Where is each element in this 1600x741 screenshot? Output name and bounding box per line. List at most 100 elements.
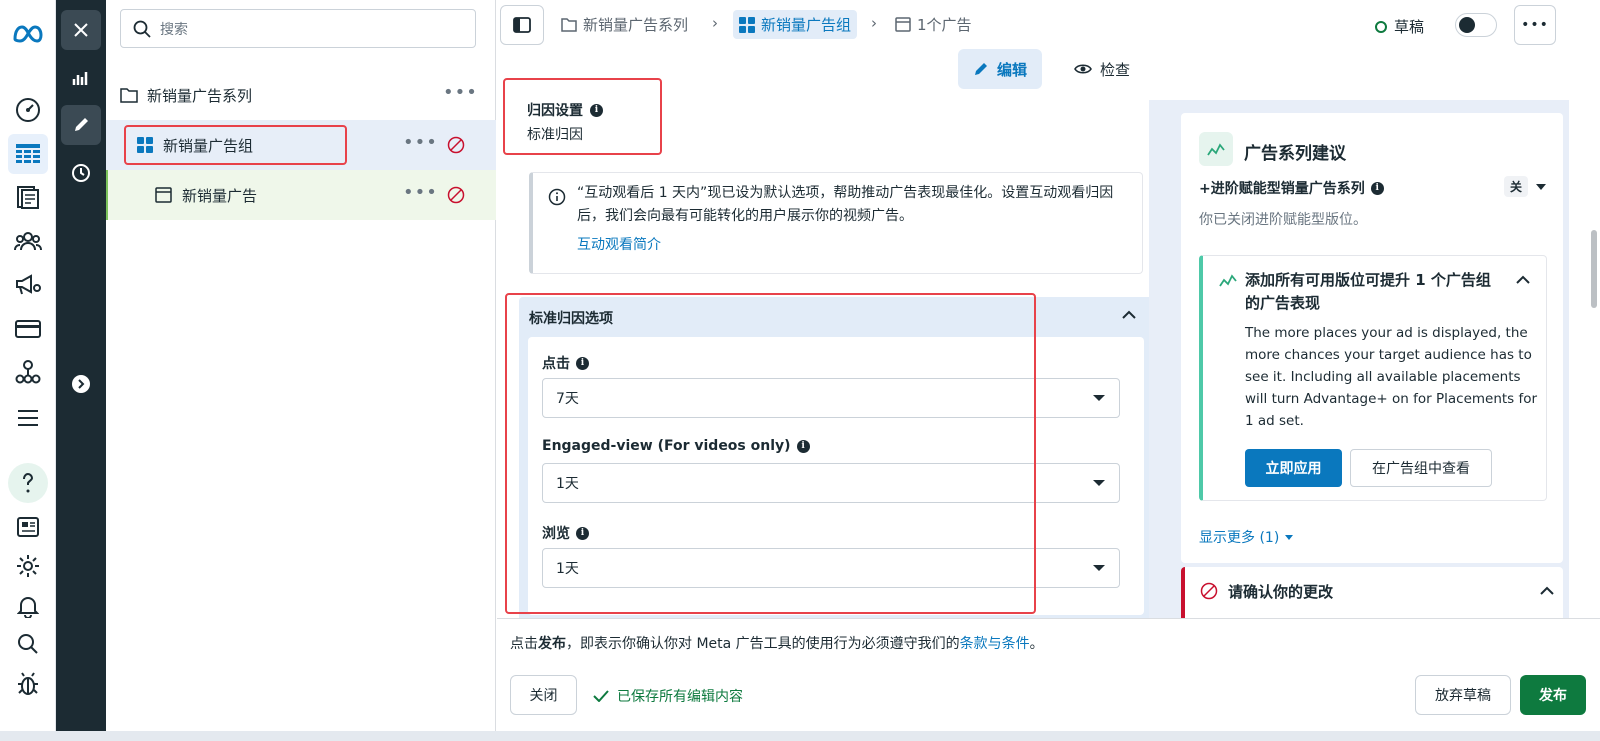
terms-text: 点击 <box>510 636 538 652</box>
ad-frame-icon <box>155 187 172 203</box>
catalog-icon[interactable] <box>8 177 48 217</box>
notifications-bell-icon[interactable] <box>8 586 48 626</box>
edit-pencil-icon[interactable] <box>61 105 101 145</box>
breadcrumb-label: 新销量广告系列 <box>583 16 689 34</box>
meta-logo-icon[interactable] <box>8 14 48 54</box>
scrollbar-thumb[interactable] <box>1591 230 1597 308</box>
campaign-tree-panel: 搜索 新销量广告系列 ••• 新销量广告组 ••• 新销量广告 ••• <box>106 0 496 731</box>
publish-button[interactable]: 发布 <box>1520 675 1586 715</box>
saved-status-text: 已保存所有编辑内容 <box>617 689 743 705</box>
notice-text: “互动观看后 1 天内”现已设为默认选项，帮助推动广告表现最佳化。设置互动观看归… <box>577 185 1114 224</box>
search-placeholder: 搜索 <box>160 21 188 38</box>
chevron-up-icon[interactable] <box>1516 275 1530 284</box>
top-bar: 新销量广告系列 › 新销量广告组 › 1个广告 草稿 ••• <box>497 0 1600 52</box>
terms-bold-text: 发布 <box>538 636 566 652</box>
toggle-value: 关 <box>1504 176 1529 197</box>
chevron-up-icon[interactable] <box>1540 586 1554 595</box>
highlight-box-attribution <box>503 78 662 155</box>
terms-link[interactable]: 条款与条件 <box>960 636 1030 652</box>
chevron-up-icon[interactable] <box>1122 310 1136 319</box>
dropdown-caret-icon <box>1536 183 1547 190</box>
more-options-icon[interactable]: ••• <box>403 182 438 203</box>
sparkle-trend-icon <box>1219 274 1237 287</box>
recommendations-panel: 广告系列建议 +进阶赋能型销量广告系列 i 关 你已关闭进阶赋能型版位。 添加所… <box>1149 100 1569 627</box>
campaign-recommendations-card: 广告系列建议 +进阶赋能型销量广告系列 i 关 你已关闭进阶赋能型版位。 添加所… <box>1181 113 1563 563</box>
error-prohibited-icon <box>1200 582 1218 600</box>
search-input[interactable]: 搜索 <box>120 9 476 48</box>
edit-pencil-icon <box>974 63 987 75</box>
info-outline-icon <box>548 188 566 206</box>
more-options-button[interactable]: ••• <box>1514 5 1556 45</box>
billing-card-icon[interactable] <box>8 309 48 349</box>
tree-item-label: 新销量广告系列 <box>147 86 253 105</box>
recommendations-title: 广告系列建议 <box>1244 144 1346 164</box>
highlight-box-adset <box>124 125 347 165</box>
menu-icon[interactable] <box>8 398 48 438</box>
publish-footer: 点击发布，即表示你确认你对 Meta 广告工具的使用行为必须遵守我们的条款与条件… <box>497 618 1600 731</box>
settings-gear-icon[interactable] <box>8 546 48 586</box>
dashboard-icon[interactable] <box>8 90 48 130</box>
business-network-icon[interactable] <box>8 352 48 392</box>
highlight-box-standard-options <box>505 293 1036 614</box>
more-options-icon[interactable]: ••• <box>443 82 478 103</box>
history-clock-icon[interactable] <box>61 153 101 193</box>
close-button[interactable]: 关闭 <box>510 675 577 715</box>
sidebar-toggle-icon <box>513 17 531 33</box>
help-icon[interactable] <box>8 463 48 503</box>
advantage-label-text: +进阶赋能型销量广告系列 <box>1199 181 1365 197</box>
tree-item-campaign[interactable]: 新销量广告系列 ••• <box>106 70 496 120</box>
placement-recommendation-card: 添加所有可用版位可提升 1 个广告组的广告表现 The more places … <box>1199 255 1547 501</box>
breadcrumb-adset[interactable]: 新销量广告组 <box>733 10 858 39</box>
breadcrumb-campaign[interactable]: 新销量广告系列 <box>561 14 688 35</box>
placement-card-body: The more places your ad is displayed, th… <box>1245 325 1538 429</box>
dropdown-caret-icon <box>1093 480 1105 486</box>
adset-grid-icon <box>739 16 755 33</box>
tree-item-ad[interactable]: 新销量广告 ••• <box>106 170 496 220</box>
checkmark-icon <box>593 690 609 702</box>
view-in-adset-button[interactable]: 在广告组中查看 <box>1350 449 1492 487</box>
dropdown-caret-icon <box>1285 534 1294 540</box>
placement-card-title: 添加所有可用版位可提升 1 个广告组的广告表现 <box>1245 271 1491 312</box>
show-more-link[interactable]: 显示更多 (1) <box>1199 527 1294 547</box>
audiences-icon[interactable] <box>8 221 48 261</box>
advantage-campaign-label: +进阶赋能型销量广告系列 i <box>1199 178 1384 198</box>
bottom-strip <box>0 731 1600 741</box>
status-toggle[interactable] <box>1455 13 1497 37</box>
tab-label: 编辑 <box>996 60 1027 79</box>
saved-status: 已保存所有编辑内容 <box>593 686 743 706</box>
search-icon[interactable] <box>8 624 48 664</box>
attribution-notice: “互动观看后 1 天内”现已设为默认选项，帮助推动广告表现最佳化。设置互动观看归… <box>529 172 1143 274</box>
bug-report-icon[interactable] <box>8 664 48 704</box>
sparkle-trend-icon <box>1199 132 1233 166</box>
news-feed-icon[interactable] <box>8 507 48 547</box>
confirm-changes-title: 请确认你的更改 <box>1228 583 1334 601</box>
search-icon <box>133 20 151 38</box>
toggle-knob <box>1459 17 1475 33</box>
draft-status-icon <box>1375 20 1387 33</box>
tab-edit[interactable]: 编辑 <box>958 49 1042 89</box>
advantage-toggle-select[interactable]: 关 <box>1504 176 1547 197</box>
info-icon: i <box>1370 181 1384 195</box>
apply-now-button[interactable]: 立即应用 <box>1245 449 1342 487</box>
more-options-icon[interactable]: ••• <box>403 132 438 153</box>
toggle-panel-button[interactable] <box>500 5 544 45</box>
expand-chevron-icon[interactable] <box>61 364 101 404</box>
editor-tools-rail <box>56 0 106 731</box>
ads-manager-table-icon[interactable] <box>8 134 48 174</box>
status-label: 草稿 <box>1394 18 1425 36</box>
close-icon[interactable] <box>61 10 101 50</box>
megaphone-settings-icon[interactable] <box>8 265 48 305</box>
terms-text: 。 <box>1029 636 1044 652</box>
tab-review[interactable]: 检查 <box>1064 49 1140 89</box>
app-icon-rail <box>0 0 56 731</box>
error-prohibited-icon <box>447 136 465 154</box>
breadcrumb-label: 新销量广告组 <box>761 16 852 34</box>
breadcrumb-label: 1个广告 <box>917 16 972 34</box>
folder-icon <box>120 88 138 103</box>
terms-text: ，即表示你确认你对 Meta 广告工具的使用行为必须遵守我们的 <box>566 636 960 652</box>
chart-icon[interactable] <box>61 58 101 98</box>
discard-draft-button[interactable]: 放弃草稿 <box>1415 675 1511 715</box>
error-prohibited-icon <box>447 186 465 204</box>
breadcrumb-ad[interactable]: 1个广告 <box>895 14 972 35</box>
notice-link[interactable]: 互动观看简介 <box>577 234 661 254</box>
